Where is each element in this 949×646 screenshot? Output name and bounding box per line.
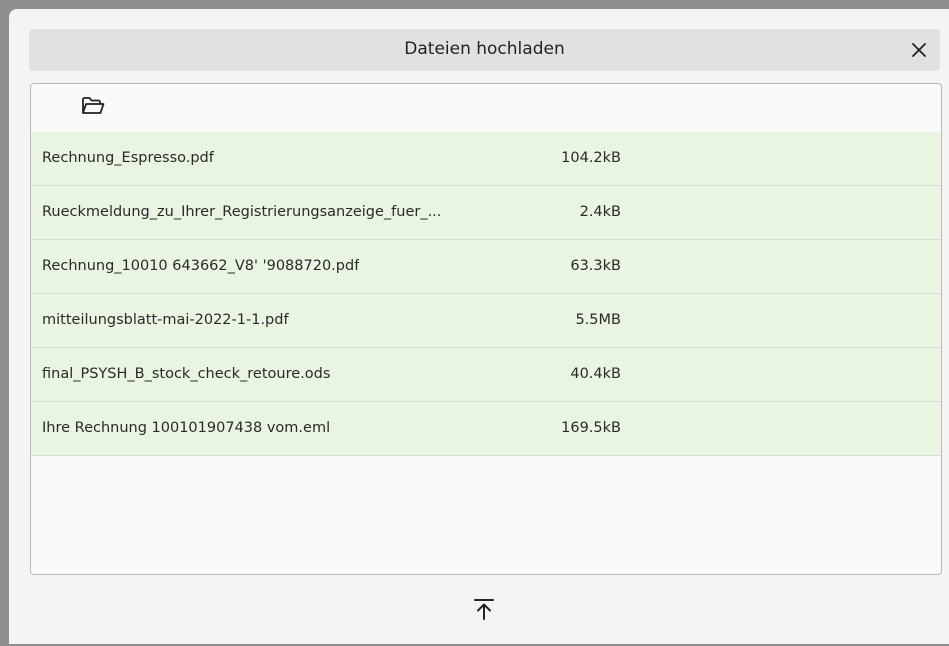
file-row[interactable]: Rechnung_Espresso.pdf 104.2kB: [31, 132, 941, 186]
file-size: 2.4kB: [579, 204, 621, 220]
file-size: 40.4kB: [570, 366, 621, 382]
file-size: 104.2kB: [561, 150, 621, 166]
close-icon: [912, 43, 926, 57]
file-name: Rueckmeldung_zu_Ihrer_Registrierungsanze…: [42, 204, 442, 220]
folder-open-icon: [82, 97, 105, 114]
file-row[interactable]: Rechnung_10010 643662_V8' '9088720.pdf 6…: [31, 240, 941, 294]
dialog-title: Dateien hochladen: [404, 39, 565, 59]
file-row[interactable]: Rueckmeldung_zu_Ihrer_Registrierungsanze…: [31, 186, 941, 240]
file-row[interactable]: mitteilungsblatt-mai-2022-1-1.pdf 5.5MB: [31, 294, 941, 348]
file-name: Ihre Rechnung 100101907438 vom.eml: [42, 420, 331, 436]
file-name: Rechnung_Espresso.pdf: [42, 150, 214, 166]
file-name: mitteilungsblatt-mai-2022-1-1.pdf: [42, 312, 289, 328]
file-size: 63.3kB: [570, 258, 621, 274]
file-size: 5.5MB: [575, 312, 621, 328]
file-name: final_PSYSH_B_stock_check_retoure.ods: [42, 366, 331, 382]
choose-files-button[interactable]: [77, 90, 109, 122]
upload-dialog: Dateien hochladen Rechnung_Espresso.pdf …: [9, 9, 949, 644]
close-button[interactable]: [902, 33, 936, 67]
file-list: Rechnung_Espresso.pdf 104.2kB Rueckmeldu…: [31, 132, 941, 456]
file-row[interactable]: Ihre Rechnung 100101907438 vom.eml 169.5…: [31, 402, 941, 456]
upload-button[interactable]: [467, 592, 501, 626]
file-size: 169.5kB: [561, 420, 621, 436]
file-row[interactable]: final_PSYSH_B_stock_check_retoure.ods 40…: [31, 348, 941, 402]
dialog-titlebar: Dateien hochladen: [29, 29, 940, 71]
file-list-panel: Rechnung_Espresso.pdf 104.2kB Rueckmeldu…: [30, 83, 942, 575]
upload-icon: [474, 599, 494, 620]
file-name: Rechnung_10010 643662_V8' '9088720.pdf: [42, 258, 360, 274]
